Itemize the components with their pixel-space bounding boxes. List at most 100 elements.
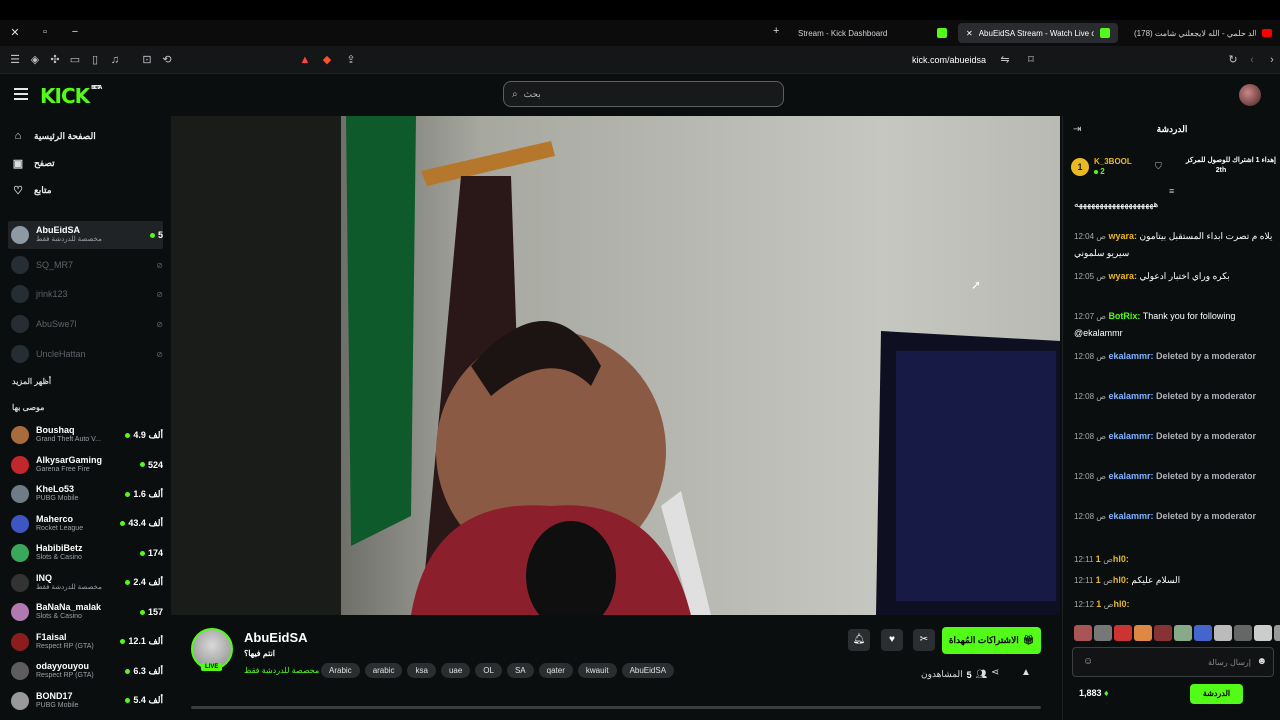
- collapse-chat-icon[interactable]: ⇥: [1073, 124, 1081, 135]
- emote-icon[interactable]: [1194, 625, 1212, 641]
- chat-message[interactable]: 12:05 ص wyara: بكره وراي اختبار ادعولي: [1074, 268, 1274, 285]
- channel-item-recommended[interactable]: HabibiBetz Slots & Casino 174: [8, 539, 163, 567]
- emote-icon[interactable]: [1134, 625, 1152, 641]
- message-username[interactable]: 1hl0:: [1096, 554, 1129, 564]
- message-username[interactable]: 1hl0:: [1096, 575, 1129, 585]
- extension-icon[interactable]: ✣: [48, 53, 62, 67]
- message-username[interactable]: ekalammr:: [1108, 351, 1153, 361]
- warning-icon[interactable]: ▲: [298, 53, 312, 67]
- channel-item-recommended[interactable]: INQ مخصصة للدردشة فقط 2.4 ألف: [8, 569, 163, 597]
- channel-item-abueidsa[interactable]: AbuEidSA مخصصة للدردشة فقط 5: [8, 221, 163, 249]
- channel-item-recommended[interactable]: AlkysarGaming Garena Free Fire 524: [8, 451, 163, 479]
- music-icon[interactable]: ♫: [108, 53, 122, 67]
- channel-item-recommended[interactable]: Boushaq Grand Theft Auto V... 4.9 ألف: [8, 421, 163, 449]
- user-avatar[interactable]: [1239, 84, 1261, 106]
- channel-item-recommended[interactable]: KheLo53 PUBG Mobile 1.6 ألف: [8, 480, 163, 508]
- hamburger-menu-icon[interactable]: [14, 88, 28, 103]
- url-text[interactable]: kick.com/abueidsa: [912, 55, 986, 65]
- channel-item-offline[interactable]: UncleHattan ⊘: [8, 340, 163, 368]
- message-username[interactable]: ekalammr:: [1108, 391, 1153, 401]
- chat-message[interactable]: 12:07 ص BotRix: Thank you for following …: [1074, 308, 1274, 342]
- menu-icon[interactable]: ☰: [8, 53, 22, 67]
- message-username[interactable]: ekalammr:: [1108, 431, 1153, 441]
- message-username[interactable]: 1hl0:: [1096, 599, 1129, 609]
- channel-item-recommended[interactable]: BaNaNa_malak Slots & Casino 157: [8, 598, 163, 626]
- stream-category[interactable]: مخصصة للدردشة فقط: [244, 666, 319, 675]
- search-input[interactable]: ⌕ بحث: [503, 81, 784, 107]
- chat-message[interactable]: 12:04 ص wyara: يلاه م تصرت ابداء المستقب…: [1074, 228, 1274, 262]
- minimize-window-icon[interactable]: −: [60, 26, 90, 38]
- emote-icon[interactable]: [1254, 625, 1272, 641]
- tab-kick-dashboard[interactable]: Stream - Kick Dashboard: [790, 23, 955, 43]
- chat-send-button[interactable]: الدردشة: [1190, 684, 1243, 704]
- reload-icon[interactable]: ↻: [1226, 53, 1240, 67]
- stream-tag[interactable]: AbuEidSA: [621, 663, 675, 678]
- shield-icon[interactable]: ◈: [28, 53, 42, 67]
- forward-icon[interactable]: ›: [1265, 53, 1279, 67]
- channel-item-offline[interactable]: jrink123 ⊘: [8, 280, 163, 308]
- stream-tag[interactable]: OL: [475, 663, 502, 678]
- chat-message-input[interactable]: ☺ إرسال رسالة ☻: [1072, 647, 1274, 677]
- message-username[interactable]: wyara:: [1108, 231, 1137, 241]
- share-icon[interactable]: ⋖: [991, 667, 999, 678]
- chat-message[interactable]: 12:11 ص 1hl0: السلام عليكم: [1074, 572, 1274, 589]
- emote-icon[interactable]: [1094, 625, 1112, 641]
- chat-message[interactable]: 12:11 ص 1hl0:: [1074, 551, 1274, 568]
- channel-item-recommended[interactable]: F1aisal Respect RP (GTA) 12.1 ألف: [8, 628, 163, 656]
- stream-tag[interactable]: SA: [506, 663, 534, 678]
- report-icon[interactable]: ▲: [1021, 667, 1031, 678]
- channel-item-recommended[interactable]: odayyouyou Respect RP (GTA) 6.3 ألف: [8, 657, 163, 685]
- channel-item-offline[interactable]: AbuSwe7l ⊘: [8, 310, 163, 338]
- restore-window-icon[interactable]: ▫: [30, 26, 60, 38]
- emote-icon[interactable]: [1174, 625, 1192, 641]
- follow-heart-button[interactable]: ♥: [881, 629, 903, 651]
- gift-leaderboard[interactable]: 1 K_3BOOL 2 ⛉ إهداء 1 اشتراك للوصول للمر…: [1071, 152, 1276, 182]
- channel-item-offline[interactable]: SQ_MR7 ⊘: [8, 251, 163, 279]
- stream-tag[interactable]: Arabic: [321, 663, 360, 678]
- sidebar-icon[interactable]: ▯: [88, 53, 102, 67]
- kick-logo[interactable]: KICK BETA: [40, 84, 102, 108]
- emote-icon[interactable]: [1214, 625, 1232, 641]
- channel-item-recommended[interactable]: Maherco Rocket League 43.4 ألف: [8, 510, 163, 538]
- chat-message[interactable]: 12:12 ص 1hl0:: [1074, 596, 1274, 613]
- chat-message[interactable]: 12:08 ص ekalammr: Deleted by a moderator: [1074, 388, 1274, 405]
- close-tab-icon[interactable]: ✕: [966, 29, 973, 38]
- close-window-icon[interactable]: ✕: [0, 26, 30, 39]
- chat-message[interactable]: 12:08 ص ekalammr: Deleted by a moderator: [1074, 348, 1274, 365]
- tabs-icon[interactable]: ▭: [68, 53, 82, 67]
- stream-tag[interactable]: qater: [538, 663, 573, 678]
- screenshot-icon[interactable]: ⊡: [140, 53, 154, 67]
- share-icon[interactable]: ⇪: [344, 53, 358, 67]
- gift-subs-button[interactable]: الاشتراكات المُهداة 🎁︎: [942, 627, 1041, 654]
- emote-icon[interactable]: [1074, 625, 1092, 641]
- translate-icon[interactable]: ⇋: [998, 53, 1012, 67]
- notification-bell-button[interactable]: 🔔︎: [848, 629, 870, 651]
- clip-button[interactable]: ✂: [913, 629, 935, 651]
- tab-abueidsa-stream[interactable]: ✕ AbuEidSA Stream - Watch Live o: [958, 23, 1118, 43]
- emote-icon[interactable]: ☻: [1256, 656, 1267, 667]
- bookmark-icon[interactable]: ⌑: [1024, 53, 1038, 67]
- emote-icon[interactable]: [1154, 625, 1172, 641]
- emoji-picker-icon[interactable]: ☺: [1083, 656, 1093, 667]
- stream-tag[interactable]: arabic: [364, 663, 403, 678]
- channel-item-recommended[interactable]: BOND17 PUBG Mobile 5.4 ألف: [8, 687, 163, 715]
- message-username[interactable]: ekalammr:: [1108, 471, 1153, 481]
- video-player[interactable]: [171, 116, 1060, 615]
- emote-icon[interactable]: [1274, 625, 1280, 641]
- chat-message[interactable]: 12:08 ص ekalammr: Deleted by a moderator: [1074, 468, 1274, 485]
- back-icon[interactable]: ‹: [1245, 53, 1259, 67]
- message-username[interactable]: wyara:: [1108, 271, 1137, 281]
- emote-icon[interactable]: [1234, 625, 1252, 641]
- emote-icon[interactable]: [1114, 625, 1132, 641]
- chat-message[interactable]: هههههههههههههههههههه: [1074, 196, 1274, 213]
- tab-youtube-video[interactable]: (178) فالد حلمي - الله لايجعلني شامت: [1126, 23, 1280, 43]
- brave-shield-icon[interactable]: ◆: [320, 53, 334, 67]
- message-username[interactable]: BotRix:: [1108, 311, 1140, 321]
- nav-browse[interactable]: ▣ تصفح: [12, 154, 55, 172]
- channel-points[interactable]: 1,883 ♦: [1079, 688, 1109, 698]
- show-more-link[interactable]: أظهر المزيد: [12, 377, 51, 386]
- new-tab-icon[interactable]: +: [773, 25, 779, 37]
- chat-message[interactable]: 12:08 ص ekalammr: Deleted by a moderator: [1074, 428, 1274, 445]
- expand-pinned-icon[interactable]: ≡: [1169, 186, 1174, 196]
- nav-following[interactable]: ♡ متابع: [12, 181, 52, 199]
